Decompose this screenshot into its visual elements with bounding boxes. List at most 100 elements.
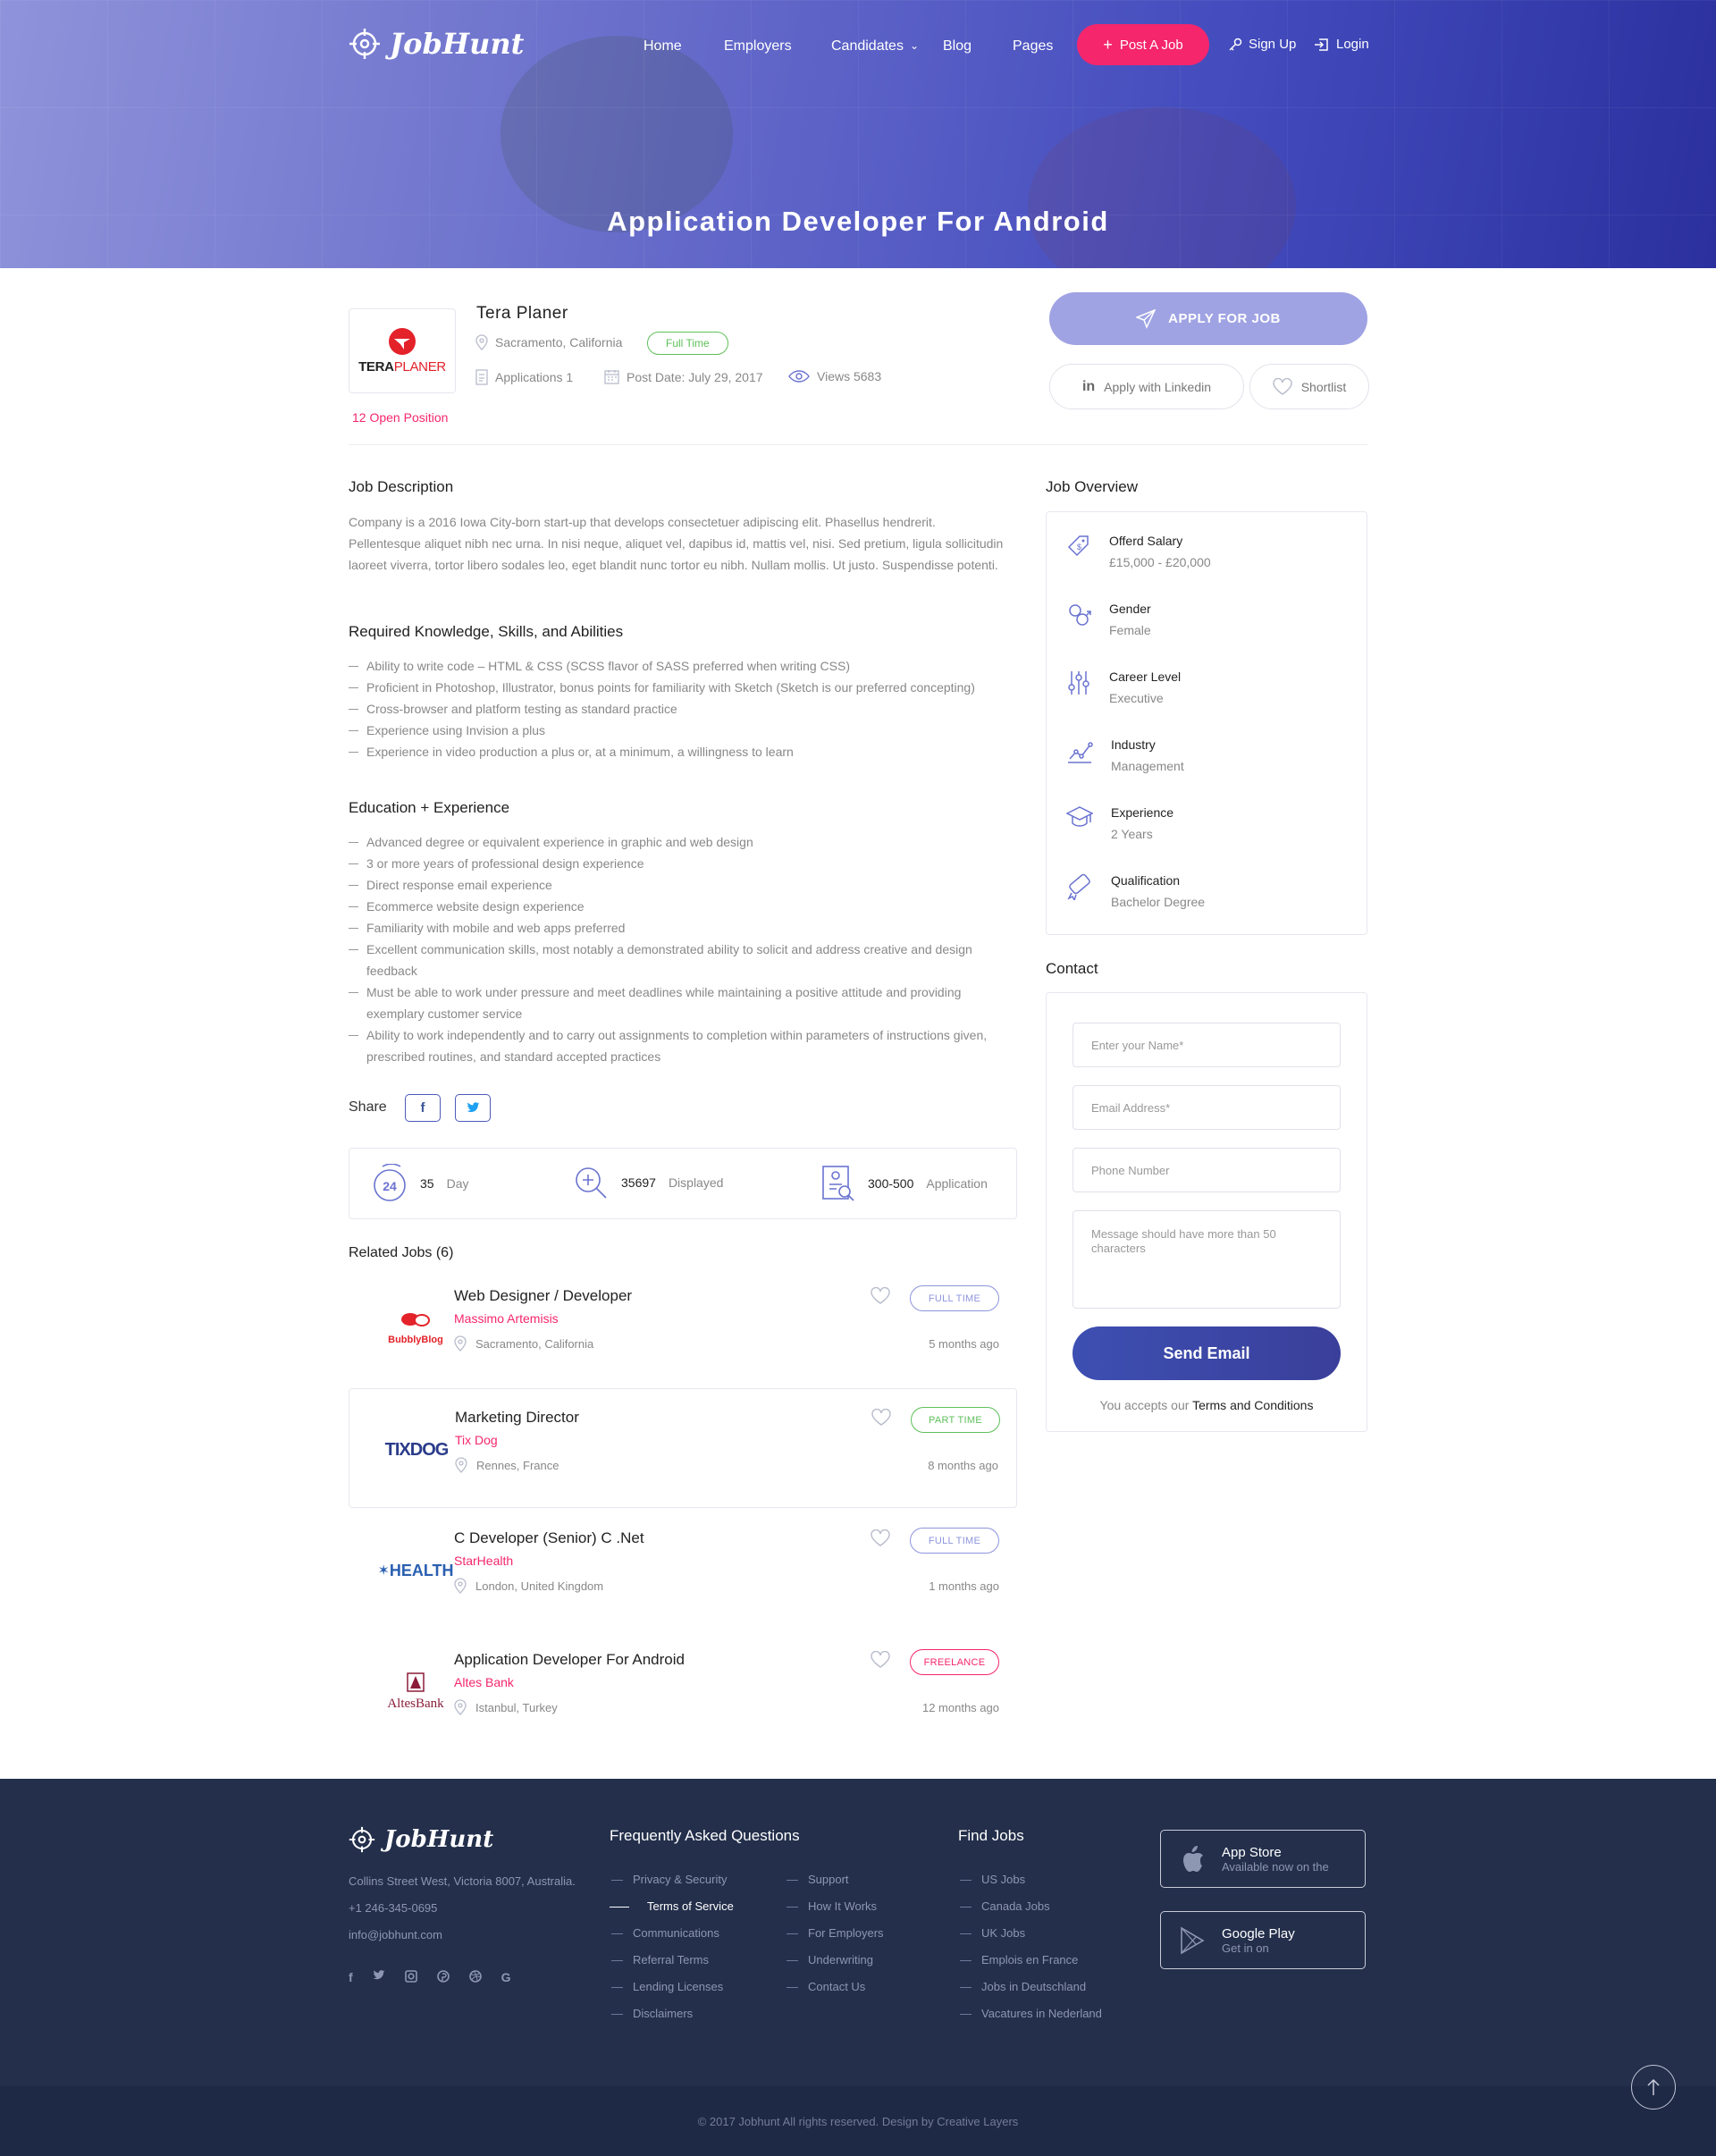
stat-days: 24 35 Day xyxy=(372,1164,468,1203)
google-play-title: Google Play xyxy=(1222,1925,1295,1941)
phone-input[interactable]: Phone Number xyxy=(1072,1148,1341,1192)
login-link[interactable]: Login xyxy=(1314,37,1369,52)
nav-employers[interactable]: Employers xyxy=(724,38,792,55)
linkedin-icon: in xyxy=(1081,378,1096,394)
google-icon[interactable]: G xyxy=(501,1970,511,1984)
footer-link[interactable]: Lending Licenses xyxy=(611,1974,734,2000)
map-pin-icon xyxy=(454,1335,467,1352)
paper-plane-icon xyxy=(1136,308,1157,329)
views-text: Views 5683 xyxy=(817,369,882,383)
company-logo-text: HEALTH xyxy=(389,1561,454,1579)
job-company[interactable]: Tix Dog xyxy=(455,1433,498,1447)
back-to-top-button[interactable] xyxy=(1631,2065,1676,2110)
copyright-bar: © 2017 Jobhunt All rights reserved. Desi… xyxy=(0,2086,1716,2156)
overview-value: £15,000 - £20,000 xyxy=(1109,555,1211,569)
job-title[interactable]: Application Developer For Android xyxy=(454,1651,685,1669)
company-logo-text: AltesBank xyxy=(387,1697,444,1711)
footer-link[interactable]: Vacatures in Nederland xyxy=(960,2000,1102,2027)
applications-count: Applications 1 xyxy=(475,369,573,385)
footer-link[interactable]: Contact Us xyxy=(786,1974,884,2000)
education-list: Advanced degree or equivalent experience… xyxy=(349,831,1017,1067)
related-job-card[interactable]: TIXDOG Marketing Director Tix Dog Rennes… xyxy=(349,1388,1017,1508)
shortlist-button[interactable]: Shortlist xyxy=(1249,364,1369,409)
heart-icon[interactable] xyxy=(871,1529,890,1546)
heart-icon[interactable] xyxy=(871,1409,891,1426)
nav-blog[interactable]: Blog xyxy=(943,38,972,55)
nav-candidates[interactable]: Candidates xyxy=(831,38,904,55)
job-title[interactable]: C Developer (Senior) C .Net xyxy=(454,1529,644,1547)
company-logo: BubblyBlog xyxy=(366,1301,465,1355)
footer-email[interactable]: info@jobhunt.com xyxy=(349,1922,442,1949)
footer-logo[interactable]: JobHunt xyxy=(349,1826,493,1853)
related-job-card[interactable]: ✶ HEALTH C Developer (Senior) C .Net Star… xyxy=(349,1510,1017,1630)
message-textarea[interactable]: Message should have more than 50 charact… xyxy=(1072,1210,1341,1309)
job-stats-box: 24 35 Day 35697 Displayed 300-500 Applicati… xyxy=(349,1148,1017,1219)
footer-link[interactable]: Communications xyxy=(611,1920,734,1947)
apply-linkedin-button[interactable]: in Apply with Linkedin xyxy=(1049,364,1244,409)
skills-heading: Required Knowledge, Skills, and Abilitie… xyxy=(349,623,624,640)
pinterest-icon[interactable] xyxy=(436,1970,450,1983)
company-location-text: Sacramento, California xyxy=(495,335,623,350)
job-title[interactable]: Web Designer / Developer xyxy=(454,1287,632,1305)
job-location: Rennes, France xyxy=(455,1457,559,1473)
chevron-down-icon[interactable]: ⌄ xyxy=(910,39,919,52)
company-name[interactable]: Tera Planer xyxy=(476,304,568,324)
footer-link[interactable]: Support xyxy=(786,1866,884,1893)
twitter-icon[interactable] xyxy=(373,1970,385,1981)
job-company[interactable]: Massimo Artemisis xyxy=(454,1311,559,1326)
footer-link[interactable]: How It Works xyxy=(786,1893,884,1920)
app-store-button[interactable]: App Store Available now on the xyxy=(1160,1830,1366,1888)
instagram-icon[interactable] xyxy=(404,1970,417,1983)
overview-label: Qualification xyxy=(1111,873,1181,888)
footer-link[interactable]: Terms of Service xyxy=(610,1893,734,1920)
footer-phone: +1 246-345-0695 xyxy=(349,1901,438,1915)
overview-label: Gender xyxy=(1109,602,1151,616)
footer-link[interactable]: Jobs in Deutschland xyxy=(960,1974,1102,2000)
nav-home[interactable]: Home xyxy=(644,38,682,55)
education-heading: Education + Experience xyxy=(349,799,510,816)
list-item: Ability to write code – HTML & CSS (SCSS… xyxy=(349,655,1037,677)
heart-icon[interactable] xyxy=(871,1651,890,1668)
terms-link[interactable]: Terms and Conditions xyxy=(1192,1398,1313,1412)
footer-link[interactable]: Referral Terms xyxy=(611,1947,734,1974)
heart-icon[interactable] xyxy=(871,1287,890,1304)
overview-value: Executive xyxy=(1109,691,1164,705)
job-location: London, United Kingdom xyxy=(454,1578,603,1594)
post-job-button[interactable]: + Post A Job xyxy=(1077,24,1209,65)
signup-link[interactable]: Sign Up xyxy=(1228,37,1296,52)
teraplaner-logo-mark-icon xyxy=(389,328,416,355)
google-play-button[interactable]: Google Play Get in on xyxy=(1160,1911,1366,1969)
job-posted-ago: 5 months ago xyxy=(929,1337,999,1351)
footer-link[interactable]: Disclaimers xyxy=(611,2000,734,2027)
name-input[interactable]: Enter your Name* xyxy=(1072,1023,1341,1067)
footer-link[interactable]: Emplois en France xyxy=(960,1947,1102,1974)
footer-brand-name: JobHunt xyxy=(384,1826,494,1853)
facebook-icon[interactable]: f xyxy=(349,1970,353,1984)
twitter-share-button[interactable] xyxy=(455,1094,491,1122)
brand-logo[interactable]: JobHunt xyxy=(349,27,524,61)
overview-item-salary: $ Offerd Salary £15,000 - £20,000 xyxy=(1066,534,1211,569)
dribbble-icon[interactable] xyxy=(468,1970,482,1983)
facebook-share-button[interactable]: f xyxy=(405,1094,441,1122)
footer-link[interactable]: For Employers xyxy=(786,1920,884,1947)
related-job-card[interactable]: AltesBank Application Developer For Andr… xyxy=(349,1631,1017,1751)
send-email-button[interactable]: Send Email xyxy=(1072,1326,1341,1380)
footer-link[interactable]: US Jobs xyxy=(960,1866,1102,1893)
job-company[interactable]: StarHealth xyxy=(454,1554,513,1568)
apply-for-job-button[interactable]: APPLY FOR JOB xyxy=(1049,292,1367,345)
login-icon xyxy=(1315,38,1328,51)
footer-link[interactable]: Canada Jobs xyxy=(960,1893,1102,1920)
job-location-text: Sacramento, California xyxy=(475,1336,594,1351)
footer-link[interactable]: Privacy & Security xyxy=(611,1866,734,1893)
job-company[interactable]: Altes Bank xyxy=(454,1675,514,1689)
company-logo-text: TIXDOG xyxy=(384,1439,450,1460)
footer-link[interactable]: UK Jobs xyxy=(960,1920,1102,1947)
footer-link[interactable]: Underwriting xyxy=(786,1947,884,1974)
faq-list-1: Privacy & Security Terms of Service Comm… xyxy=(610,1866,734,2027)
job-title[interactable]: Marketing Director xyxy=(455,1409,579,1427)
email-input[interactable]: Email Address* xyxy=(1072,1085,1341,1130)
related-job-card[interactable]: BubblyBlog Web Designer / Developer Mass… xyxy=(349,1267,1017,1387)
company-logo[interactable]: TERAPLANER xyxy=(349,308,456,393)
open-positions-link[interactable]: 12 Open Position xyxy=(352,410,448,425)
nav-pages[interactable]: Pages xyxy=(1013,38,1053,55)
